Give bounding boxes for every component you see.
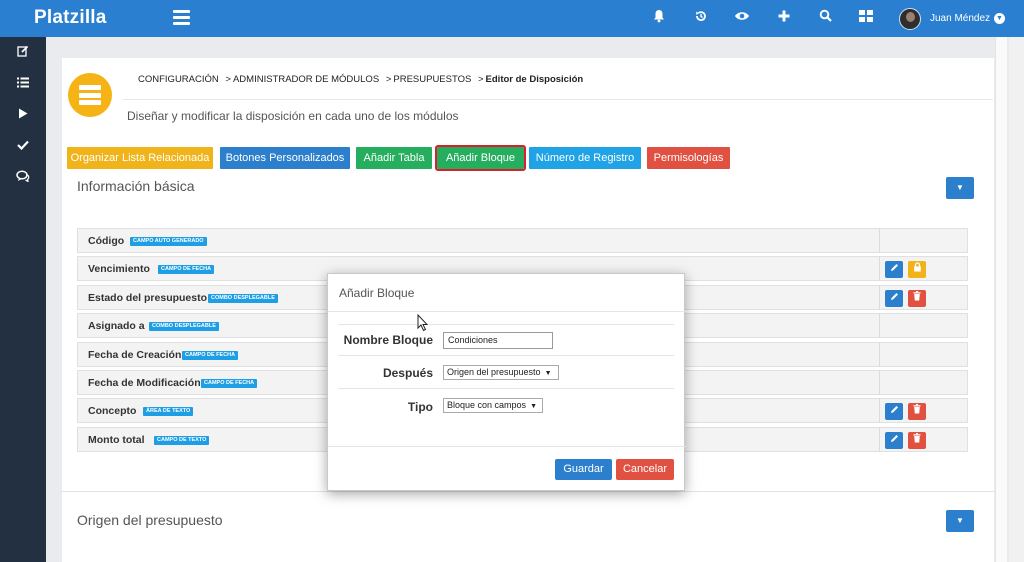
breadcrumb: CONFIGURACIÓN > ADMINISTRADOR DE MÓDULOS … xyxy=(138,74,583,85)
type-label: Tipo xyxy=(407,400,433,414)
type-select[interactable]: Bloque con campos ▼ xyxy=(443,398,543,413)
field-type-badge: COMBO DESPLEGABLE xyxy=(208,294,278,303)
field-name: Fecha de Creación xyxy=(88,349,182,361)
add-block-dialog: Añadir Bloque Nombre Bloque Condiciones … xyxy=(327,273,686,491)
dropdown-caret-icon: ▼ xyxy=(544,370,552,377)
play-icon[interactable] xyxy=(15,107,31,123)
search-icon[interactable] xyxy=(816,9,834,27)
breadcrumb-separator: > xyxy=(477,74,484,85)
section-title: Información básica xyxy=(77,178,195,194)
breadcrumb-separator: > xyxy=(225,74,231,85)
eye-icon[interactable] xyxy=(733,9,751,27)
page-subtitle: Diseñar y modificar la disposición en ca… xyxy=(127,109,459,123)
avatar[interactable] xyxy=(899,8,921,30)
edit-icon[interactable] xyxy=(15,45,31,61)
field-type-badge: CAMPO DE TEXTO xyxy=(154,436,210,445)
module-logo-icon xyxy=(68,73,112,117)
after-select-value: Origen del presupuesto xyxy=(447,367,541,377)
organize-related-list-button[interactable]: Organizar Lista Relacionada xyxy=(67,147,213,169)
field-name: Estado del presupuesto xyxy=(88,292,208,304)
pencil-icon[interactable] xyxy=(885,290,903,307)
field-name: Código xyxy=(88,235,125,247)
grid-icon[interactable] xyxy=(857,9,875,27)
field-name: Concepto xyxy=(88,405,137,417)
save-button[interactable]: Guardar xyxy=(555,459,612,480)
left-sidebar xyxy=(0,37,46,562)
breadcrumb-item[interactable]: PRESUPUESTOS xyxy=(393,74,471,85)
block-name-input[interactable]: Condiciones xyxy=(443,332,553,349)
chevron-down-icon[interactable]: ▼ xyxy=(994,13,1005,24)
cancel-button[interactable]: Cancelar xyxy=(616,459,674,480)
divider xyxy=(338,388,674,389)
check-icon[interactable] xyxy=(15,138,31,154)
field-name: Vencimiento xyxy=(88,263,150,275)
dialog-title: Añadir Bloque xyxy=(339,286,415,300)
chat-icon[interactable] xyxy=(15,170,31,186)
permissions-button[interactable]: Permisologías xyxy=(647,147,730,169)
field-type-badge: CAMPO DE FECHA xyxy=(158,265,215,274)
add-block-button[interactable]: Añadir Bloque xyxy=(435,145,526,171)
dropdown-caret-icon: ▼ xyxy=(530,403,537,410)
history-icon[interactable] xyxy=(692,9,710,27)
type-select-value: Bloque con campos xyxy=(447,400,527,410)
lock-icon[interactable] xyxy=(908,261,926,278)
divider xyxy=(328,446,686,447)
custom-buttons-button[interactable]: Botones Personalizados xyxy=(220,147,350,169)
field-name: Monto total xyxy=(88,434,145,446)
block-name-label: Nombre Bloque xyxy=(343,333,433,347)
top-navbar: Platzilla Juan Méndez ▼ xyxy=(0,0,1024,37)
list-icon[interactable] xyxy=(15,76,31,92)
field-type-badge: COMBO DESPLEGABLE xyxy=(149,322,219,331)
field-row[interactable]: Código CAMPO AUTO GENERADO xyxy=(77,228,968,253)
plus-icon[interactable] xyxy=(775,9,793,27)
pencil-icon[interactable] xyxy=(885,403,903,420)
scrollbar[interactable] xyxy=(1009,37,1024,562)
trash-icon[interactable] xyxy=(908,432,926,449)
section-divider xyxy=(62,491,994,492)
after-select[interactable]: Origen del presupuesto ▼ xyxy=(443,365,559,380)
breadcrumb-item[interactable]: CONFIGURACIÓN xyxy=(138,74,219,85)
section-dropdown-button[interactable]: ▼ xyxy=(946,177,974,199)
pencil-icon[interactable] xyxy=(885,432,903,449)
menu-toggle-icon[interactable] xyxy=(173,10,190,25)
section-title: Origen del presupuesto xyxy=(77,512,223,528)
pencil-icon[interactable] xyxy=(885,261,903,278)
divider xyxy=(123,99,993,100)
user-name[interactable]: Juan Méndez xyxy=(930,13,990,24)
trash-icon[interactable] xyxy=(908,290,926,307)
trash-icon[interactable] xyxy=(908,403,926,420)
divider xyxy=(338,324,674,325)
after-label: Después xyxy=(382,366,433,380)
breadcrumb-separator: > xyxy=(385,74,392,85)
bell-icon[interactable] xyxy=(650,9,668,27)
field-type-badge: CAMPO DE FECHA xyxy=(182,351,239,360)
add-table-button[interactable]: Añadir Tabla xyxy=(356,147,432,169)
section-dropdown-button[interactable]: ▼ xyxy=(946,510,974,532)
field-type-badge: CAMPO AUTO GENERADO xyxy=(130,237,207,246)
field-type-badge: CAMPO DE FECHA xyxy=(201,379,258,388)
breadcrumb-current: Editor de Disposición xyxy=(485,74,584,85)
brand-logo[interactable]: Platzilla xyxy=(34,7,107,29)
divider xyxy=(338,355,674,356)
breadcrumb-item[interactable]: ADMINISTRADOR DE MÓDULOS xyxy=(233,74,379,85)
field-type-badge: ÁREA DE TEXTO xyxy=(143,407,194,416)
field-name: Asignado a xyxy=(88,320,145,332)
record-number-button[interactable]: Número de Registro xyxy=(529,147,641,169)
panel-edge xyxy=(995,37,1007,562)
divider xyxy=(328,311,686,312)
field-name: Fecha de Modificación xyxy=(88,377,201,389)
